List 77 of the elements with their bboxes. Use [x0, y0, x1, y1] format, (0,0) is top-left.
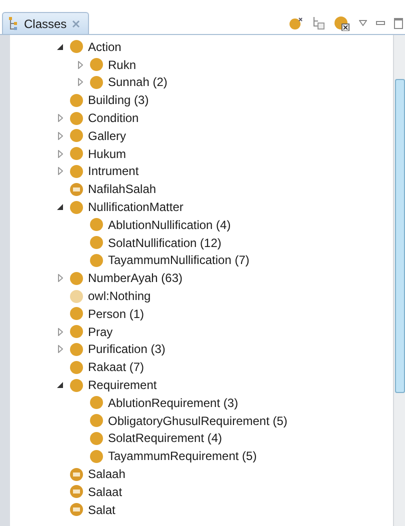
collapsed-arrow-icon[interactable] [58, 328, 62, 336]
collapsed-arrow-icon[interactable] [78, 60, 82, 69]
class-icon [70, 112, 83, 125]
class-label[interactable]: Building (3) [88, 93, 149, 108]
collapsed-arrow-icon[interactable] [78, 78, 82, 86]
expanded-arrow-icon[interactable] [57, 204, 63, 210]
empty-class-icon [70, 290, 83, 303]
maximize-icon[interactable] [394, 18, 403, 28]
class-label[interactable]: TayammumRequirement (5) [108, 449, 257, 464]
class-icon [70, 272, 83, 285]
class-label[interactable]: NafilahSalah [88, 182, 156, 196]
class-icon [70, 94, 83, 107]
class-icon [90, 76, 103, 89]
class-icon [90, 58, 103, 72]
collapsed-arrow-icon[interactable] [58, 150, 62, 158]
add-sibling-icon[interactable] [312, 16, 325, 30]
collapsed-arrow-icon[interactable] [58, 114, 62, 122]
class-label[interactable]: TayammumNullification (7) [108, 253, 250, 268]
class-label[interactable]: Person (1) [88, 306, 144, 321]
class-label[interactable]: ObligatoryGhusulRequirement (5) [108, 414, 288, 428]
class-label[interactable]: SolatNullification (12) [108, 236, 222, 250]
collapsed-arrow-icon[interactable] [58, 132, 62, 140]
expanded-arrow-icon[interactable] [57, 44, 63, 50]
class-icon [70, 342, 83, 356]
class-icon [90, 254, 103, 267]
class-icon [90, 396, 103, 410]
classes-tab[interactable]: Classes [2, 12, 89, 34]
class-icon [70, 200, 83, 214]
class-icon [90, 236, 103, 250]
class-icon [70, 147, 83, 160]
class-icon [70, 129, 83, 142]
hierarchy-icon [9, 16, 19, 30]
collapsed-arrow-icon[interactable] [58, 167, 62, 176]
add-subclass-icon[interactable] [289, 16, 303, 30]
class-label[interactable]: Purification (3) [88, 342, 166, 356]
class-label[interactable]: Rukn [108, 58, 136, 72]
class-icon [70, 378, 83, 392]
class-label[interactable]: Hukum [88, 146, 126, 161]
class-icon [90, 414, 103, 428]
collapsed-arrow-icon[interactable] [58, 274, 62, 282]
class-icon [90, 432, 103, 445]
class-label[interactable]: AblutionRequirement (3) [108, 396, 238, 410]
class-label[interactable]: Pray [88, 324, 113, 339]
collapsed-arrow-icon[interactable] [58, 345, 62, 354]
defined-class-icon [70, 182, 83, 196]
class-label[interactable]: Condition [88, 111, 139, 126]
close-icon[interactable] [72, 20, 80, 28]
class-label[interactable]: Intrument [88, 164, 139, 178]
defined-class-icon [70, 485, 83, 498]
class-label[interactable]: Gallery [88, 128, 126, 143]
class-icon [90, 450, 103, 463]
class-label[interactable]: Salat [88, 502, 116, 517]
minimize-icon[interactable] [376, 21, 385, 25]
class-icon [70, 164, 83, 178]
delete-class-icon[interactable] [334, 16, 350, 30]
class-label[interactable]: Salaah [88, 467, 126, 482]
scrollbar[interactable] [393, 35, 405, 526]
expanded-arrow-icon[interactable] [57, 382, 63, 388]
class-label[interactable]: NullificationMatter [88, 200, 184, 214]
class-label[interactable]: Sunnah (2) [108, 75, 168, 90]
class-label[interactable]: Rakaat (7) [88, 360, 144, 374]
class-icon [70, 360, 83, 374]
view-menu-icon[interactable] [359, 20, 367, 26]
class-label[interactable]: AblutionNullification (4) [108, 218, 231, 232]
defined-class-icon [70, 503, 83, 516]
class-icon [70, 307, 83, 320]
class-label[interactable]: NumberAyah (63) [88, 271, 182, 286]
class-label[interactable]: Action [88, 40, 122, 54]
class-icon [70, 40, 83, 54]
class-label[interactable]: owl:Nothing [88, 289, 151, 304]
defined-class-icon [70, 468, 83, 481]
class-label[interactable]: Salaat [88, 484, 122, 499]
class-label[interactable]: SolatRequirement (4) [108, 431, 222, 446]
class-label[interactable]: Requirement [88, 378, 157, 392]
class-icon [70, 325, 83, 338]
class-icon [90, 218, 103, 232]
scrollbar-thumb[interactable] [395, 79, 405, 393]
